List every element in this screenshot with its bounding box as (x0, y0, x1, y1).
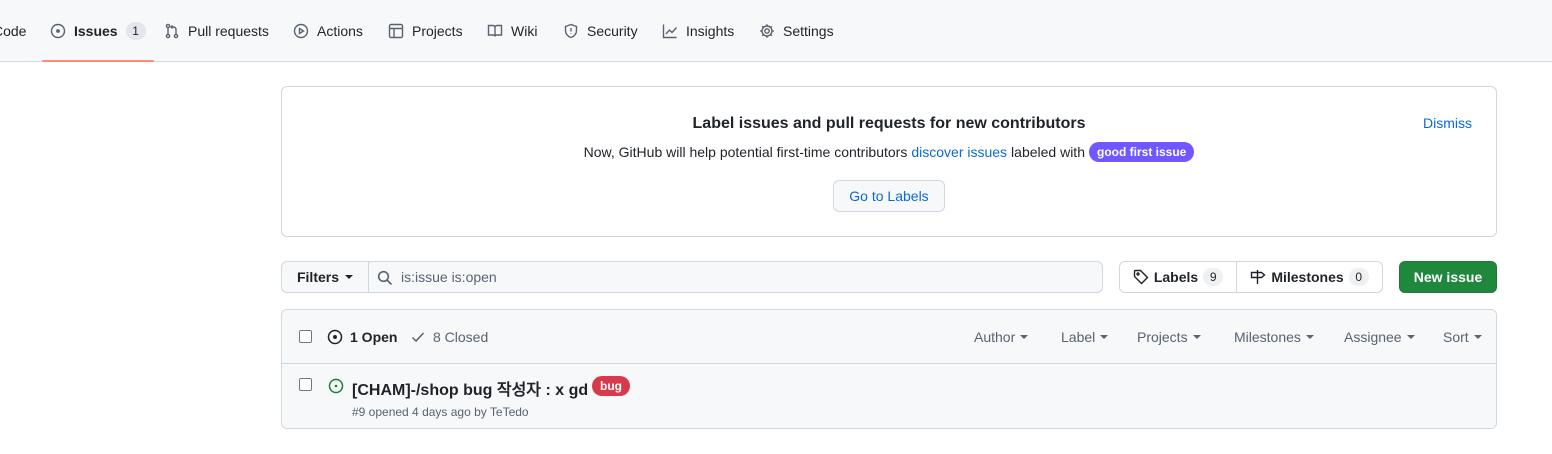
tab-settings-label: Settings (783, 23, 834, 39)
issues-list-header: 1 Open 8 Closed Author Label Projects Mi… (282, 310, 1496, 364)
tab-projects[interactable]: Projects (388, 0, 463, 62)
chevron-down-icon (1192, 335, 1201, 339)
tab-issues-label: Issues (74, 23, 118, 39)
tab-actions[interactable]: Actions (293, 0, 363, 62)
contributors-banner: Label issues and pull requests for new c… (281, 86, 1497, 237)
issue-opened-icon (328, 378, 344, 394)
tab-issues[interactable]: Issues 1 (42, 0, 154, 62)
search-icon (377, 270, 393, 286)
tab-insights-label: Insights (686, 23, 735, 39)
banner-description: Now, GitHub will help potential first-ti… (282, 142, 1496, 162)
graph-icon (662, 24, 678, 39)
banner-desc-suffix: labeled with (1011, 144, 1085, 160)
label-filter[interactable]: Label (1061, 329, 1109, 345)
closed-issues-toggle[interactable]: 8 Closed (410, 329, 488, 345)
tab-code[interactable]: Code (0, 0, 26, 62)
milestones-filter[interactable]: Milestones (1234, 329, 1314, 345)
chevron-down-icon (1406, 335, 1415, 339)
open-issues-toggle[interactable]: 1 Open (327, 329, 397, 345)
chevron-down-icon (1100, 335, 1109, 339)
tab-projects-label: Projects (412, 23, 463, 39)
chevron-down-icon (345, 275, 353, 279)
assignee-filter-label: Assignee (1344, 329, 1402, 345)
table-icon (388, 23, 404, 39)
select-all-checkbox[interactable] (299, 330, 312, 343)
issue-title-link[interactable]: [CHAM]-/shop bug 작성자 : x gd (352, 376, 588, 400)
tag-icon (1133, 269, 1149, 285)
chevron-down-icon (1473, 335, 1482, 339)
shield-icon (564, 23, 578, 39)
tab-code-label: Code (0, 23, 27, 39)
good-first-issue-label[interactable]: good first issue (1088, 142, 1195, 162)
milestones-filter-label: Milestones (1234, 329, 1301, 345)
dismiss-link[interactable]: Dismiss (1423, 115, 1472, 131)
milestones-button[interactable]: Milestones 0 (1237, 262, 1382, 292)
milestone-icon (1251, 270, 1266, 284)
sort-filter[interactable]: Sort (1443, 329, 1482, 345)
issue-meta: #9 opened 4 days ago by TeTedo (352, 405, 529, 419)
closed-count-label: 8 Closed (433, 329, 489, 345)
tab-security[interactable]: Security (563, 0, 638, 62)
bug-label[interactable]: bug (592, 376, 630, 396)
discover-issues-link[interactable]: discover issues (911, 144, 1007, 160)
gear-icon (760, 24, 774, 38)
milestones-counter: 0 (1348, 268, 1369, 286)
filters-button[interactable]: Filters (281, 261, 369, 293)
labels-button[interactable]: Labels 9 (1120, 262, 1237, 292)
book-icon (487, 24, 503, 37)
banner-title: Label issues and pull requests for new c… (692, 115, 1086, 132)
author-filter-label: Author (974, 329, 1016, 345)
tab-pull-requests[interactable]: Pull requests (164, 0, 269, 62)
tab-insights[interactable]: Insights (662, 0, 734, 62)
tab-security-label: Security (587, 23, 638, 39)
git-pull-request-icon (165, 23, 179, 39)
projects-filter-label: Projects (1137, 329, 1188, 345)
chevron-down-icon (1305, 335, 1314, 339)
issue-opened-icon (327, 329, 343, 345)
assignee-filter[interactable]: Assignee (1344, 329, 1415, 345)
open-count-label: 1 Open (350, 329, 398, 345)
check-icon (411, 332, 425, 343)
tab-pull-requests-label: Pull requests (188, 23, 269, 39)
labels-button-label: Labels (1153, 269, 1199, 285)
issue-checkbox[interactable] (299, 378, 312, 391)
tab-wiki[interactable]: Wiki (487, 0, 537, 62)
labels-counter: 9 (1203, 268, 1224, 286)
milestones-button-label: Milestones (1271, 269, 1344, 285)
issues-counter: 1 (125, 22, 146, 40)
filters-button-label: Filters (296, 269, 339, 285)
issue-opened-icon (50, 23, 66, 39)
tab-wiki-label: Wiki (511, 23, 538, 39)
issue-search (368, 261, 1103, 293)
play-icon (293, 23, 309, 39)
labels-milestones-group: Labels 9 Milestones 0 (1119, 261, 1383, 293)
author-filter[interactable]: Author (974, 329, 1029, 345)
issues-list: 1 Open 8 Closed Author Label Projects Mi… (281, 309, 1497, 429)
label-filter-label: Label (1061, 329, 1096, 345)
search-input[interactable] (369, 262, 1102, 292)
new-issue-button[interactable]: New issue (1399, 261, 1497, 293)
issue-author-link[interactable]: TeTedo (490, 405, 529, 419)
table-row[interactable]: [CHAM]-/shop bug 작성자 : x gd bug #9 opene… (282, 364, 1496, 428)
issue-meta-text: #9 opened 4 days ago by (352, 405, 487, 419)
repo-nav: Code Issues 1 Pull requests Actions Proj… (0, 0, 1552, 62)
banner-desc-text: Now, GitHub will help potential first-ti… (583, 144, 908, 160)
projects-filter[interactable]: Projects (1137, 329, 1201, 345)
tab-settings[interactable]: Settings (759, 0, 834, 62)
go-to-labels-button[interactable]: Go to Labels (833, 180, 945, 212)
sort-filter-label: Sort (1443, 329, 1469, 345)
tab-actions-label: Actions (317, 23, 363, 39)
chevron-down-icon (1020, 335, 1029, 339)
